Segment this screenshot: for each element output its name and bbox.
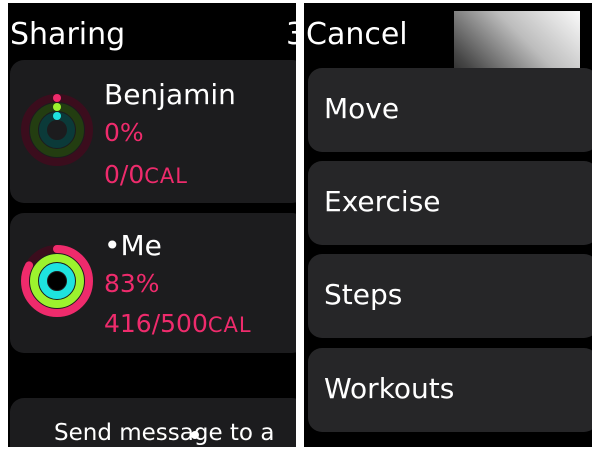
calories-unit: CAL — [144, 164, 188, 188]
clock-truncated: 3 — [286, 17, 296, 52]
friend-name: •Me — [104, 229, 162, 262]
activity-rings-icon — [21, 94, 93, 166]
option-label: Steps — [324, 278, 403, 311]
friend-card-benjamin[interactable]: Benjamin 0% 0/0CAL — [10, 60, 296, 203]
send-message-button[interactable]: Send message to a — [10, 398, 296, 447]
calories-unit: CAL — [207, 313, 252, 337]
option-label: Exercise — [324, 185, 441, 218]
move-percent: 83% — [104, 269, 160, 298]
option-label: Workouts — [324, 372, 455, 405]
metric-picker-screen: Cancel Move Exercise Steps Workouts — [304, 3, 592, 447]
friend-name: Benjamin — [104, 78, 236, 111]
send-message-label: Send message to a — [54, 420, 275, 446]
friend-card-me[interactable]: •Me 83% 416/500CAL — [10, 213, 296, 353]
option-move[interactable]: Move — [308, 68, 592, 152]
activity-rings-icon — [21, 245, 93, 317]
calories-value: 0/0 — [104, 160, 145, 189]
move-percent: 0% — [104, 118, 144, 147]
option-exercise[interactable]: Exercise — [308, 161, 592, 245]
sharing-title: Sharing — [10, 17, 126, 52]
sharing-screen: Sharing 3 Benjamin 0% 0/0CAL •Me 83% 416… — [8, 3, 296, 447]
move-calories: 416/500CAL — [104, 309, 252, 338]
page-indicator-dot — [191, 431, 199, 439]
cancel-button[interactable]: Cancel — [306, 17, 408, 52]
move-calories: 0/0CAL — [104, 160, 188, 189]
option-steps[interactable]: Steps — [308, 254, 592, 338]
option-label: Move — [324, 92, 400, 125]
calories-value: 416/500 — [104, 309, 208, 338]
option-workouts[interactable]: Workouts — [308, 348, 592, 432]
